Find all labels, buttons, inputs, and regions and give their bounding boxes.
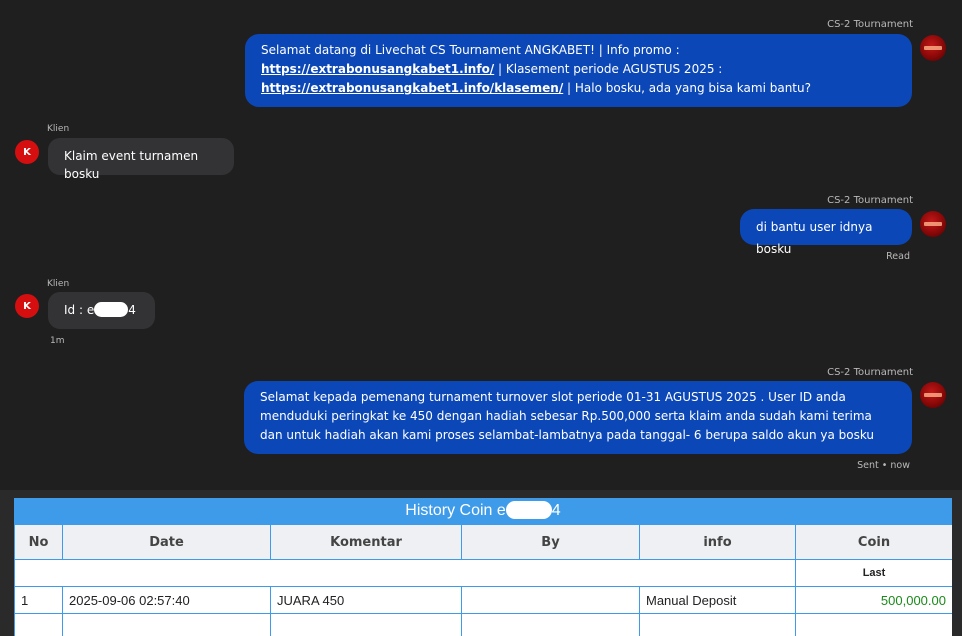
client-name-label: Klien (47, 279, 70, 289)
cell-coin: 500,000.00 (795, 586, 952, 614)
agent-avatar (920, 35, 946, 61)
agent-welcome-message: Selamat datang di Livechat CS Tournament… (245, 34, 912, 107)
table-header-row: No Date Komentar By info Coin (14, 524, 952, 560)
cell-komentar: JUARA 450 (270, 586, 462, 614)
redaction-mark (505, 501, 552, 519)
message-sent-status: Sent • now (857, 460, 910, 471)
column-header-no[interactable]: No (14, 524, 63, 560)
cell-no: 1 (14, 586, 63, 614)
agent-name-label: CS-2 Tournament (827, 195, 913, 206)
message-time: 1m (50, 336, 65, 346)
column-header-date[interactable]: Date (62, 524, 271, 560)
cell-info: Manual Deposit (639, 586, 796, 614)
column-header-coin[interactable]: Coin (795, 524, 952, 560)
column-header-info[interactable]: info (639, 524, 796, 560)
agent-name-label: CS-2 Tournament (827, 19, 913, 30)
history-coin-title: History Coin e 4 (14, 498, 952, 524)
welcome-text-3: | Halo bosku, ada yang bisa kami bantu? (563, 81, 811, 95)
agent-avatar (920, 211, 946, 237)
cell-empty (639, 613, 796, 636)
history-title-prefix: History Coin e (405, 502, 506, 519)
welcome-text-1: Selamat datang di Livechat CS Tournament… (261, 43, 680, 57)
welcome-text-2: | Klasement periode AGUSTUS 2025 : (494, 62, 723, 76)
client-name-label: Klien (47, 124, 70, 134)
table-row-partial (14, 613, 952, 636)
client-id-suffix: 4 (128, 303, 136, 317)
klasemen-link[interactable]: https://extrabonusangkabet1.info/klaseme… (261, 81, 563, 95)
client-id-message: Id : e 4 (48, 292, 155, 329)
message-read-status: Read (886, 251, 910, 262)
cell-empty (461, 613, 640, 636)
history-coin-panel: History Coin e 4 No Date Komentar By info… (14, 498, 952, 636)
agent-ask-id-message: di bantu user idnya bosku (740, 209, 912, 256)
agent-congrats-message: Selamat kepada pemenang turnament turnov… (244, 381, 912, 454)
last-row-spacer (14, 559, 796, 587)
agent-logo-icon (924, 393, 942, 397)
agent-avatar (920, 382, 946, 408)
cell-by (461, 586, 640, 614)
chat-panel: CS-2 Tournament Selamat datang di Livech… (0, 0, 962, 490)
last-row: Last (14, 559, 952, 587)
cell-empty (270, 613, 462, 636)
cell-empty (62, 613, 271, 636)
last-label: Last (795, 559, 952, 587)
column-header-by[interactable]: By (461, 524, 640, 560)
cell-empty (14, 613, 63, 636)
promo-link[interactable]: https://extrabonusangkabet1.info/ (261, 62, 494, 76)
agent-name-label: CS-2 Tournament (827, 367, 913, 378)
agent-logo-icon (924, 222, 942, 226)
client-id-prefix: Id : e (64, 303, 95, 317)
history-coin-table: No Date Komentar By info Coin Last 1 202… (14, 524, 952, 636)
column-header-komentar[interactable]: Komentar (270, 524, 462, 560)
cell-empty (795, 613, 952, 636)
agent-logo-icon (924, 46, 942, 50)
table-row[interactable]: 1 2025-09-06 02:57:40 JUARA 450 Manual D… (14, 586, 952, 614)
redaction-mark (94, 302, 129, 317)
client-avatar: K (15, 140, 39, 164)
cell-date: 2025-09-06 02:57:40 (62, 586, 271, 614)
history-title-suffix: 4 (551, 502, 561, 519)
client-avatar: K (15, 294, 39, 318)
client-claim-message: Klaim event turnamen bosku (48, 138, 234, 181)
